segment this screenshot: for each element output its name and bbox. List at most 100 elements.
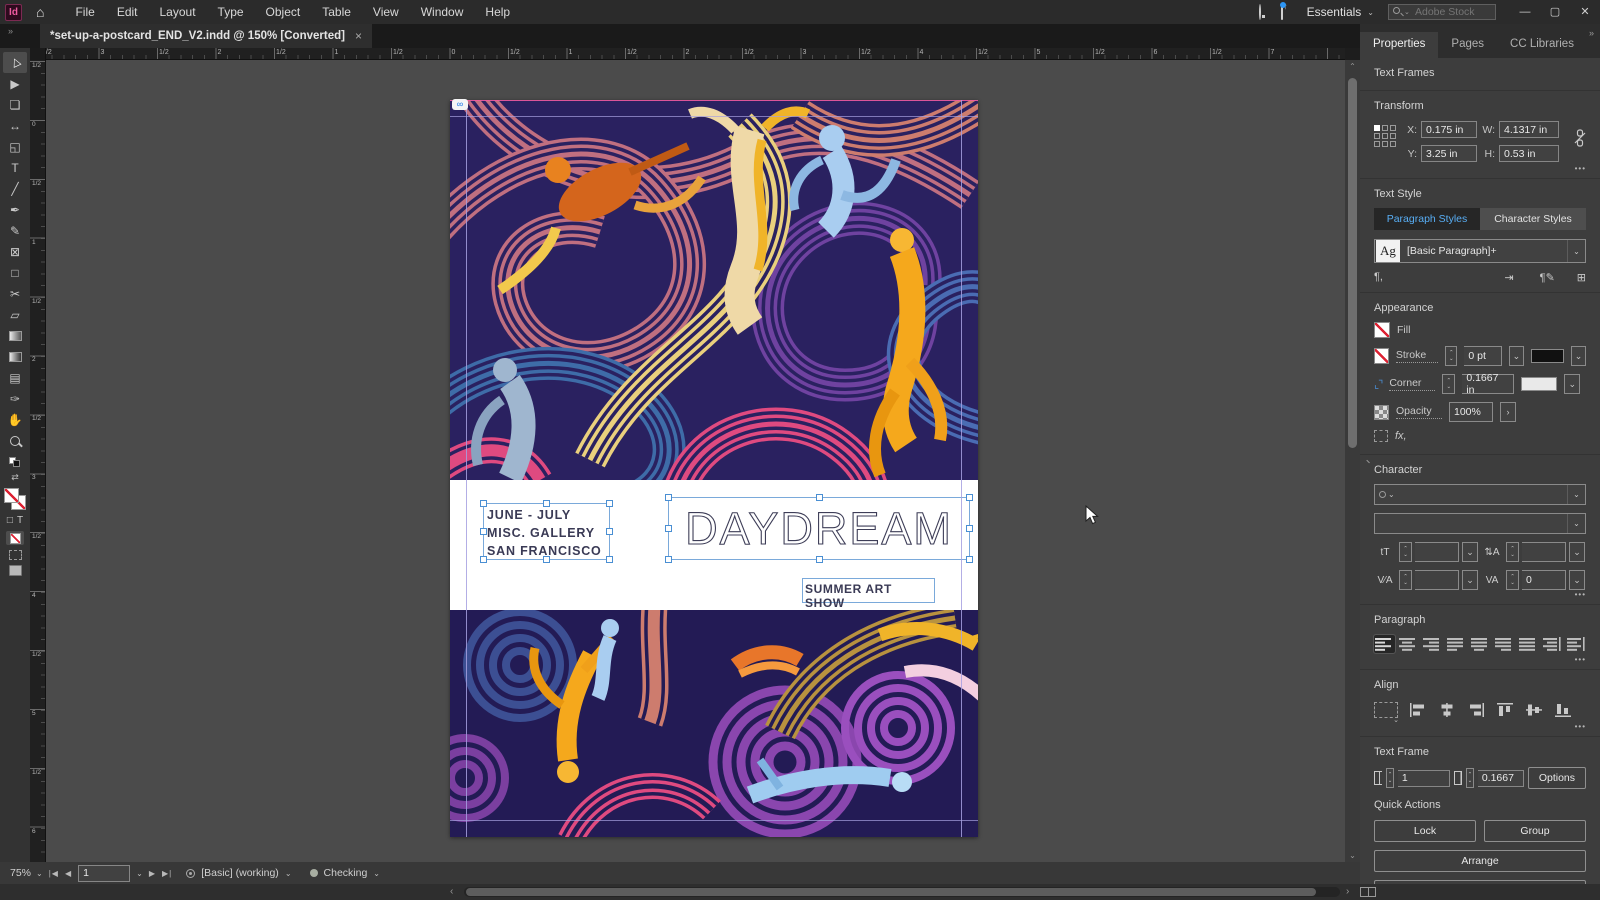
selection-handle[interactable] (606, 528, 613, 535)
selection-handle[interactable] (480, 556, 487, 563)
menu-item[interactable]: Type (207, 0, 255, 24)
align-horizontal-right-button[interactable] (1463, 700, 1489, 720)
preflight-preset[interactable]: [Basic] (working) (201, 867, 279, 879)
chevron-down-icon[interactable]: ⌄ (1567, 240, 1585, 262)
gradient-feather-tool[interactable] (3, 346, 27, 367)
pen-tool[interactable]: ✒ (3, 199, 27, 220)
align-center-button[interactable] (1398, 635, 1419, 653)
gutter-stepper[interactable]: ⌃ ⌄ (1466, 768, 1474, 788)
opacity-label[interactable]: Opacity (1396, 405, 1442, 419)
panel-overflow-icon[interactable]: » (1589, 28, 1594, 38)
x-field[interactable] (1421, 121, 1477, 138)
align-toward-spine-button[interactable] (1541, 635, 1562, 653)
page-tool[interactable]: ❏ (3, 94, 27, 115)
chevron-down-icon[interactable]: ⌄ (1567, 485, 1585, 504)
selection-handle[interactable] (543, 500, 550, 507)
stroke-style-swatch[interactable] (1530, 349, 1565, 363)
more-options-icon[interactable]: ••• (1575, 655, 1586, 664)
horizontal-scroll-thumb[interactable] (466, 888, 1316, 896)
kerning-stepper[interactable]: ⌃ ⌄ (1399, 570, 1412, 590)
document-page[interactable]: JUNE - JULY MISC. GALLERY SAN FRANCISCO … (450, 99, 978, 837)
top-image-frame[interactable] (450, 100, 978, 480)
vertical-ruler[interactable]: 1/2 0 1/2 1 1/2 2 1/2 3 1/2 4 1/2 5 1/2 6 (30, 60, 46, 862)
menu-item[interactable]: Layout (149, 0, 207, 24)
subtitle-text-frame[interactable]: SUMMER ART SHOW (802, 578, 935, 610)
selection-handle[interactable] (480, 500, 487, 507)
corner-size-value[interactable]: 0.1667 in (1462, 372, 1515, 396)
formatting-container-icon[interactable]: □ (7, 515, 13, 526)
character-styles-tab[interactable]: Character Styles (1480, 208, 1586, 230)
corner-style-swatch[interactable] (1521, 377, 1558, 391)
panel-tab[interactable]: Properties (1360, 32, 1439, 58)
fill-swatch[interactable] (1374, 322, 1390, 338)
height-field[interactable] (1499, 145, 1559, 162)
zoom-level-control[interactable]: 75% ⌄ (10, 867, 43, 879)
selection-tool[interactable]: ▷ (3, 52, 27, 73)
leading-value[interactable] (1522, 542, 1566, 562)
columns-stepper[interactable]: ⌃ ⌄ (1386, 768, 1394, 788)
page-number-field[interactable] (78, 864, 131, 882)
scroll-down-icon[interactable]: ⌄ (1345, 851, 1360, 860)
paragraph-styles-tab[interactable]: Paragraph Styles (1374, 208, 1480, 230)
columns-field[interactable] (1397, 769, 1450, 787)
tracking-value[interactable]: 0 (1522, 570, 1566, 590)
selection-handle[interactable] (665, 525, 672, 532)
y-field[interactable] (1421, 145, 1477, 162)
reference-point-proxy[interactable] (1374, 125, 1396, 147)
scissors-tool[interactable]: ✂ (3, 283, 27, 304)
chevron-down-icon[interactable]: ⌄ (1564, 374, 1581, 394)
indesign-logo[interactable]: Id (5, 3, 22, 21)
menu-item[interactable]: Window (410, 0, 475, 24)
chevron-down-icon[interactable]: ⌄ (1571, 346, 1587, 366)
group-button[interactable]: Group (1484, 820, 1586, 842)
screen-mode-button[interactable] (8, 565, 22, 576)
font-size-value[interactable] (1415, 542, 1459, 562)
swap-fill-stroke-icon[interactable]: ⇄ (11, 472, 19, 483)
align-vertical-center-button[interactable] (1521, 700, 1547, 720)
direct-selection-tool[interactable]: ▶ (3, 73, 27, 94)
preflight-icon[interactable] (186, 868, 196, 878)
restore-button[interactable]: ▢ (1540, 0, 1570, 24)
gradient-tool[interactable] (3, 325, 27, 346)
ruler-corner[interactable] (30, 48, 46, 60)
panel-tab[interactable]: CC Libraries (1497, 32, 1587, 58)
selection-handle[interactable] (665, 494, 672, 501)
last-page-button[interactable]: ▶| (162, 869, 172, 878)
fx-label[interactable]: fx, (1395, 430, 1407, 442)
apply-none-button[interactable] (6, 531, 24, 545)
justify-right-button[interactable] (1493, 635, 1514, 653)
selection-handle[interactable] (606, 556, 613, 563)
eyedropper-tool[interactable]: ✑ (3, 388, 27, 409)
menu-item[interactable]: Edit (106, 0, 149, 24)
width-field[interactable] (1499, 121, 1559, 138)
constrain-proportions-icon[interactable] (1574, 129, 1586, 147)
text-frame-options-button[interactable]: Options (1527, 767, 1586, 789)
align-horizontal-left-button[interactable] (1405, 700, 1431, 720)
scroll-left-icon[interactable]: ‹ (450, 884, 453, 899)
new-style-icon[interactable]: ⊞ (1577, 271, 1586, 284)
opacity-flyout-icon[interactable]: › (1500, 402, 1516, 422)
default-fill-stroke-icon[interactable] (9, 457, 21, 467)
stroke-label[interactable]: Stroke (1395, 349, 1439, 363)
share-button[interactable] (1279, 2, 1286, 20)
stroke-weight-stepper[interactable]: ⌃ ⌄ (1445, 346, 1458, 366)
panel-tab[interactable]: Pages (1438, 32, 1497, 58)
selection-handle[interactable] (606, 500, 613, 507)
type-tool[interactable]: T (3, 157, 27, 178)
minimize-button[interactable]: — (1510, 0, 1540, 24)
align-to-dropdown[interactable] (1374, 702, 1399, 724)
align-right-button[interactable] (1422, 635, 1443, 653)
tracking-stepper[interactable]: ⌃ ⌄ (1506, 570, 1519, 590)
menu-item[interactable]: View (362, 0, 410, 24)
home-icon[interactable]: ⌂ (36, 4, 44, 20)
menu-item[interactable]: Object (255, 0, 312, 24)
free-transform-tool[interactable]: ▱ (3, 304, 27, 325)
scroll-up-icon[interactable]: ⌃ (1345, 62, 1360, 71)
hand-tool[interactable]: ✋ (3, 409, 27, 430)
close-button[interactable]: ✕ (1570, 0, 1600, 24)
frame-tool[interactable]: ⊠ (3, 241, 27, 262)
font-family-dropdown[interactable]: ⌄ ⌄ (1374, 484, 1586, 505)
chevron-down-icon[interactable]: ⌄ (1462, 542, 1478, 562)
object-effects-icon[interactable] (1374, 430, 1388, 442)
previous-page-button[interactable]: ◀ (65, 869, 72, 878)
